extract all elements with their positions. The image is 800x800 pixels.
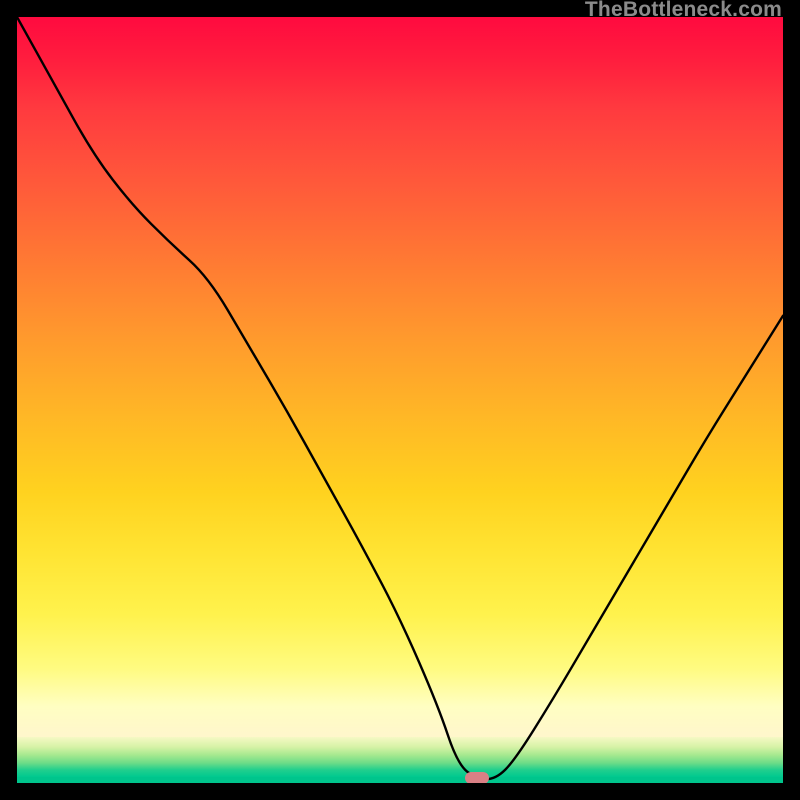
plot-area — [17, 17, 783, 783]
optimal-marker — [465, 772, 489, 783]
chart-frame: TheBottleneck.com — [0, 0, 800, 800]
bottleneck-curve — [17, 17, 783, 783]
